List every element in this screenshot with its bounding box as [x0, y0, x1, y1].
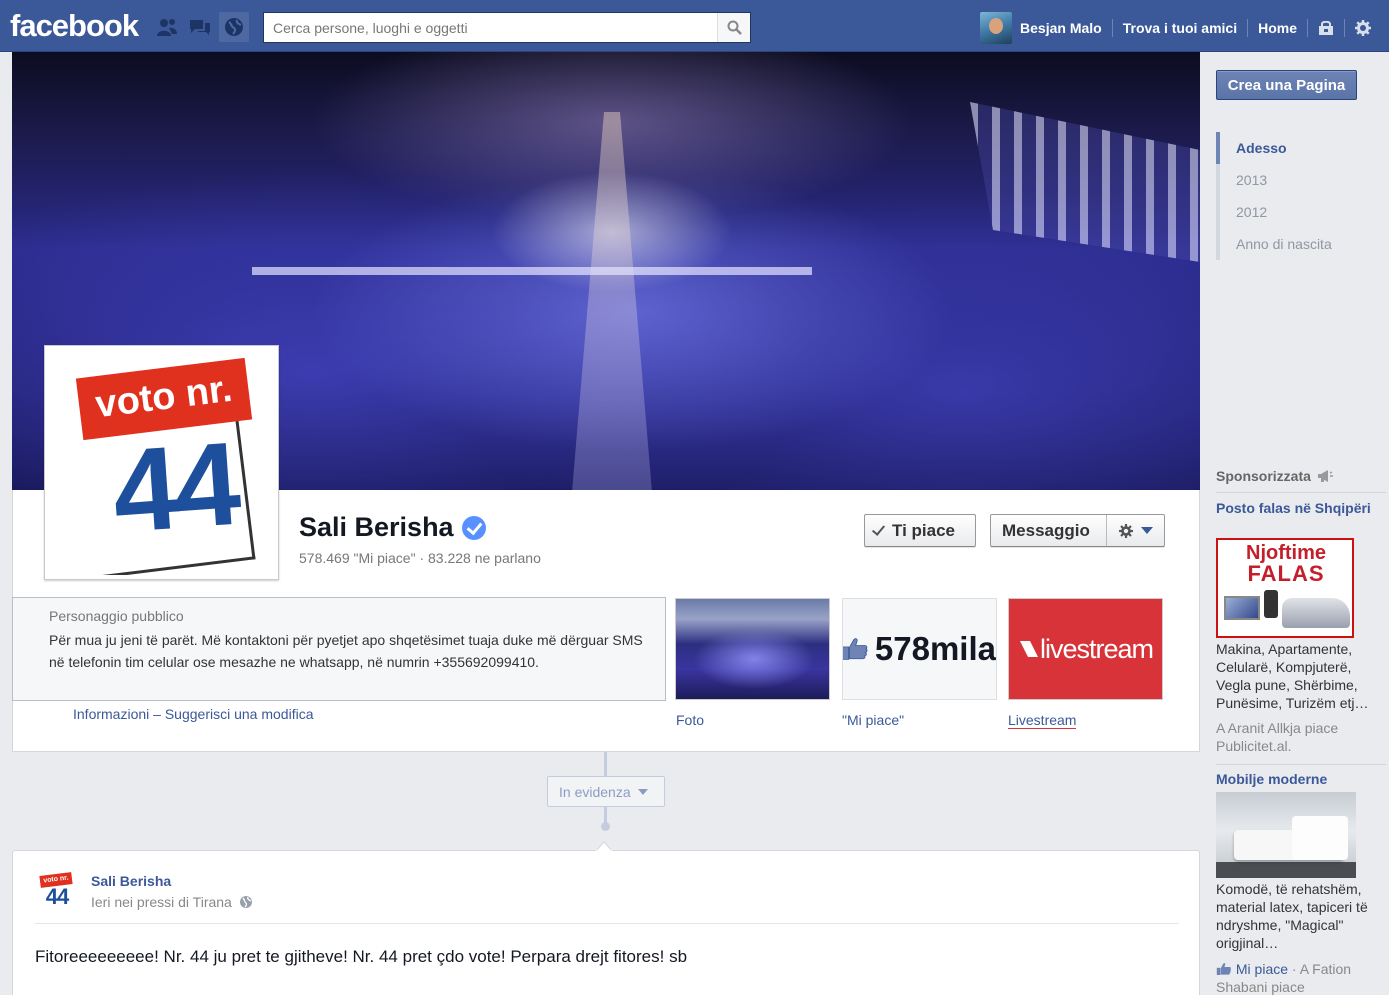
photos-tile[interactable]: [675, 598, 830, 700]
search-input[interactable]: [264, 13, 714, 42]
ad-social-context: A Aranit Allkja piace Publicitet.al.: [1216, 720, 1339, 754]
settings-gear-icon[interactable]: [1345, 20, 1389, 36]
post-timestamp-location[interactable]: Ieri nei pressi di Tirana: [91, 894, 232, 910]
car-icon: [1282, 598, 1350, 628]
sponsored-heading: Sponsorizzata: [1216, 468, 1333, 484]
page-title: Sali Berisha: [299, 512, 486, 543]
thumbs-up-icon: [1216, 963, 1231, 975]
ad-image-line2: FALAS: [1247, 561, 1325, 586]
like-button-label: Ti piace: [892, 520, 955, 540]
link-separator: –: [153, 706, 161, 722]
like-page-button[interactable]: Ti piace: [864, 514, 976, 547]
right-sidebar: Crea una Pagina Adesso 2013 2012 Anno di…: [1200, 52, 1389, 995]
user-profile-link[interactable]: Besjan Malo: [1012, 20, 1112, 36]
post-pointer: [596, 841, 612, 851]
search-button[interactable]: [717, 13, 750, 42]
page-name-text[interactable]: Sali Berisha: [299, 512, 454, 543]
profile-picture-image: voto nr. 44: [49, 350, 274, 575]
year-nav-item[interactable]: 2012: [1216, 196, 1376, 228]
ad-image-floor: [1216, 862, 1356, 878]
message-button-label: Messaggio: [1002, 520, 1090, 540]
post-divider: [35, 923, 1179, 924]
ad-body-text: Makina, Apartamente, Celularë, Kompjuter…: [1216, 641, 1369, 711]
timeline-year-nav: Adesso 2013 2012 Anno di nascita: [1216, 132, 1376, 260]
highlight-label: In evidenza: [559, 783, 631, 800]
ad-title[interactable]: Mobilje moderne: [1216, 770, 1381, 788]
messages-icon[interactable]: [185, 12, 215, 42]
about-links: Informazioni – Suggerisci una modifica: [73, 706, 313, 722]
ad-body-text: Komodë, të rehatshëm, material latex, ta…: [1216, 881, 1368, 951]
timeline-dot: [601, 822, 610, 831]
cover-stage-truss: [252, 267, 812, 275]
top-nav-right: Besjan Malo Trova i tuoi amici Home: [980, 12, 1389, 44]
about-box: Personaggio pubblico Për mua ju jeni të …: [12, 597, 666, 701]
ad-image[interactable]: [1216, 792, 1356, 878]
livestream-tile-label[interactable]: Livestream: [1008, 712, 1077, 729]
post-author-name[interactable]: Sali Berisha: [91, 873, 171, 889]
info-link[interactable]: Informazioni: [73, 706, 149, 722]
cover-boulevard: [572, 112, 652, 490]
gear-icon: [1118, 523, 1133, 538]
likes-tile[interactable]: 578mila: [842, 598, 997, 700]
user-avatar[interactable]: [980, 12, 1013, 44]
post-body-text: Fitoreeeeeeeee! Nr. 44 ju pret te gjithe…: [35, 947, 688, 966]
facebook-logo[interactable]: facebook: [10, 8, 139, 44]
profile-picture-number: 44: [108, 417, 241, 559]
search-box: [263, 12, 751, 43]
top-bar: facebook Besjan Malo Trova i tuoi amici …: [0, 0, 1389, 52]
page-options-dropdown[interactable]: [1106, 515, 1164, 546]
ad-like-link[interactable]: Mi piace: [1236, 961, 1288, 977]
caret-down-icon: [1140, 527, 1153, 534]
page-stats: 578.469 "Mi piace" · 83.228 ne parlano: [299, 550, 541, 566]
sofa-chaise-image: [1292, 816, 1348, 860]
friend-requests-icon[interactable]: [152, 12, 182, 42]
post-meta: Ieri nei pressi di Tirana: [91, 894, 253, 910]
search-icon: [727, 20, 742, 35]
page-category: Personaggio pubblico: [49, 608, 184, 624]
livestream-tile-text: livestream: [1039, 633, 1154, 664]
laptop-icon: [1224, 596, 1260, 620]
home-link[interactable]: Home: [1248, 20, 1307, 36]
caret-down-icon: [637, 788, 648, 795]
year-nav-item[interactable]: Anno di nascita: [1216, 228, 1376, 260]
verified-badge-icon: [461, 515, 486, 540]
likes-count-text: 578mila: [874, 630, 996, 667]
year-nav-item[interactable]: 2013: [1216, 164, 1376, 196]
globe-icon[interactable]: [239, 895, 253, 909]
timeline-post: voto nr. 44 Sali Berisha Ieri nei pressi…: [12, 850, 1200, 995]
ad-title[interactable]: Posto falas në Shqipëri: [1216, 499, 1381, 517]
megaphone-icon[interactable]: [1317, 469, 1333, 483]
ad-image[interactable]: Njoftime FALAS: [1216, 538, 1354, 638]
photos-tile-label[interactable]: Foto: [676, 712, 704, 728]
ad-social-context: Mi piace · A Fation Shabani piace: [1216, 960, 1384, 995]
highlight-filter-dropdown[interactable]: In evidenza: [547, 776, 665, 807]
thumbs-up-icon: [843, 638, 868, 660]
privacy-lock-icon[interactable]: [1308, 21, 1344, 35]
phone-icon: [1264, 590, 1278, 618]
livestream-tile[interactable]: livestream: [1008, 598, 1163, 700]
post-author-avatar[interactable]: voto nr. 44: [37, 871, 77, 915]
livestream-logo-icon: [1019, 641, 1038, 657]
sponsored-divider: [1216, 492, 1386, 493]
ad-divider: [1216, 764, 1386, 765]
profile-picture[interactable]: voto nr. 44: [44, 345, 279, 580]
year-nav-item[interactable]: Adesso: [1216, 132, 1376, 164]
checkmark-icon: [871, 522, 886, 536]
notifications-globe-icon[interactable]: [219, 12, 249, 42]
suggest-edit-link[interactable]: Suggerisci una modifica: [165, 706, 314, 722]
sponsored-label: Sponsorizzata: [1216, 468, 1311, 484]
message-button[interactable]: Messaggio: [990, 514, 1165, 547]
find-friends-link[interactable]: Trova i tuoi amici: [1113, 20, 1247, 36]
likes-tile-label[interactable]: "Mi piace": [842, 712, 904, 728]
create-page-button[interactable]: Crea una Pagina: [1216, 70, 1357, 100]
about-description: Për mua ju jeni të parët. Më kontaktoni …: [49, 632, 643, 670]
post-avatar-number: 44: [45, 884, 69, 909]
cover-colonnade: [970, 102, 1200, 262]
